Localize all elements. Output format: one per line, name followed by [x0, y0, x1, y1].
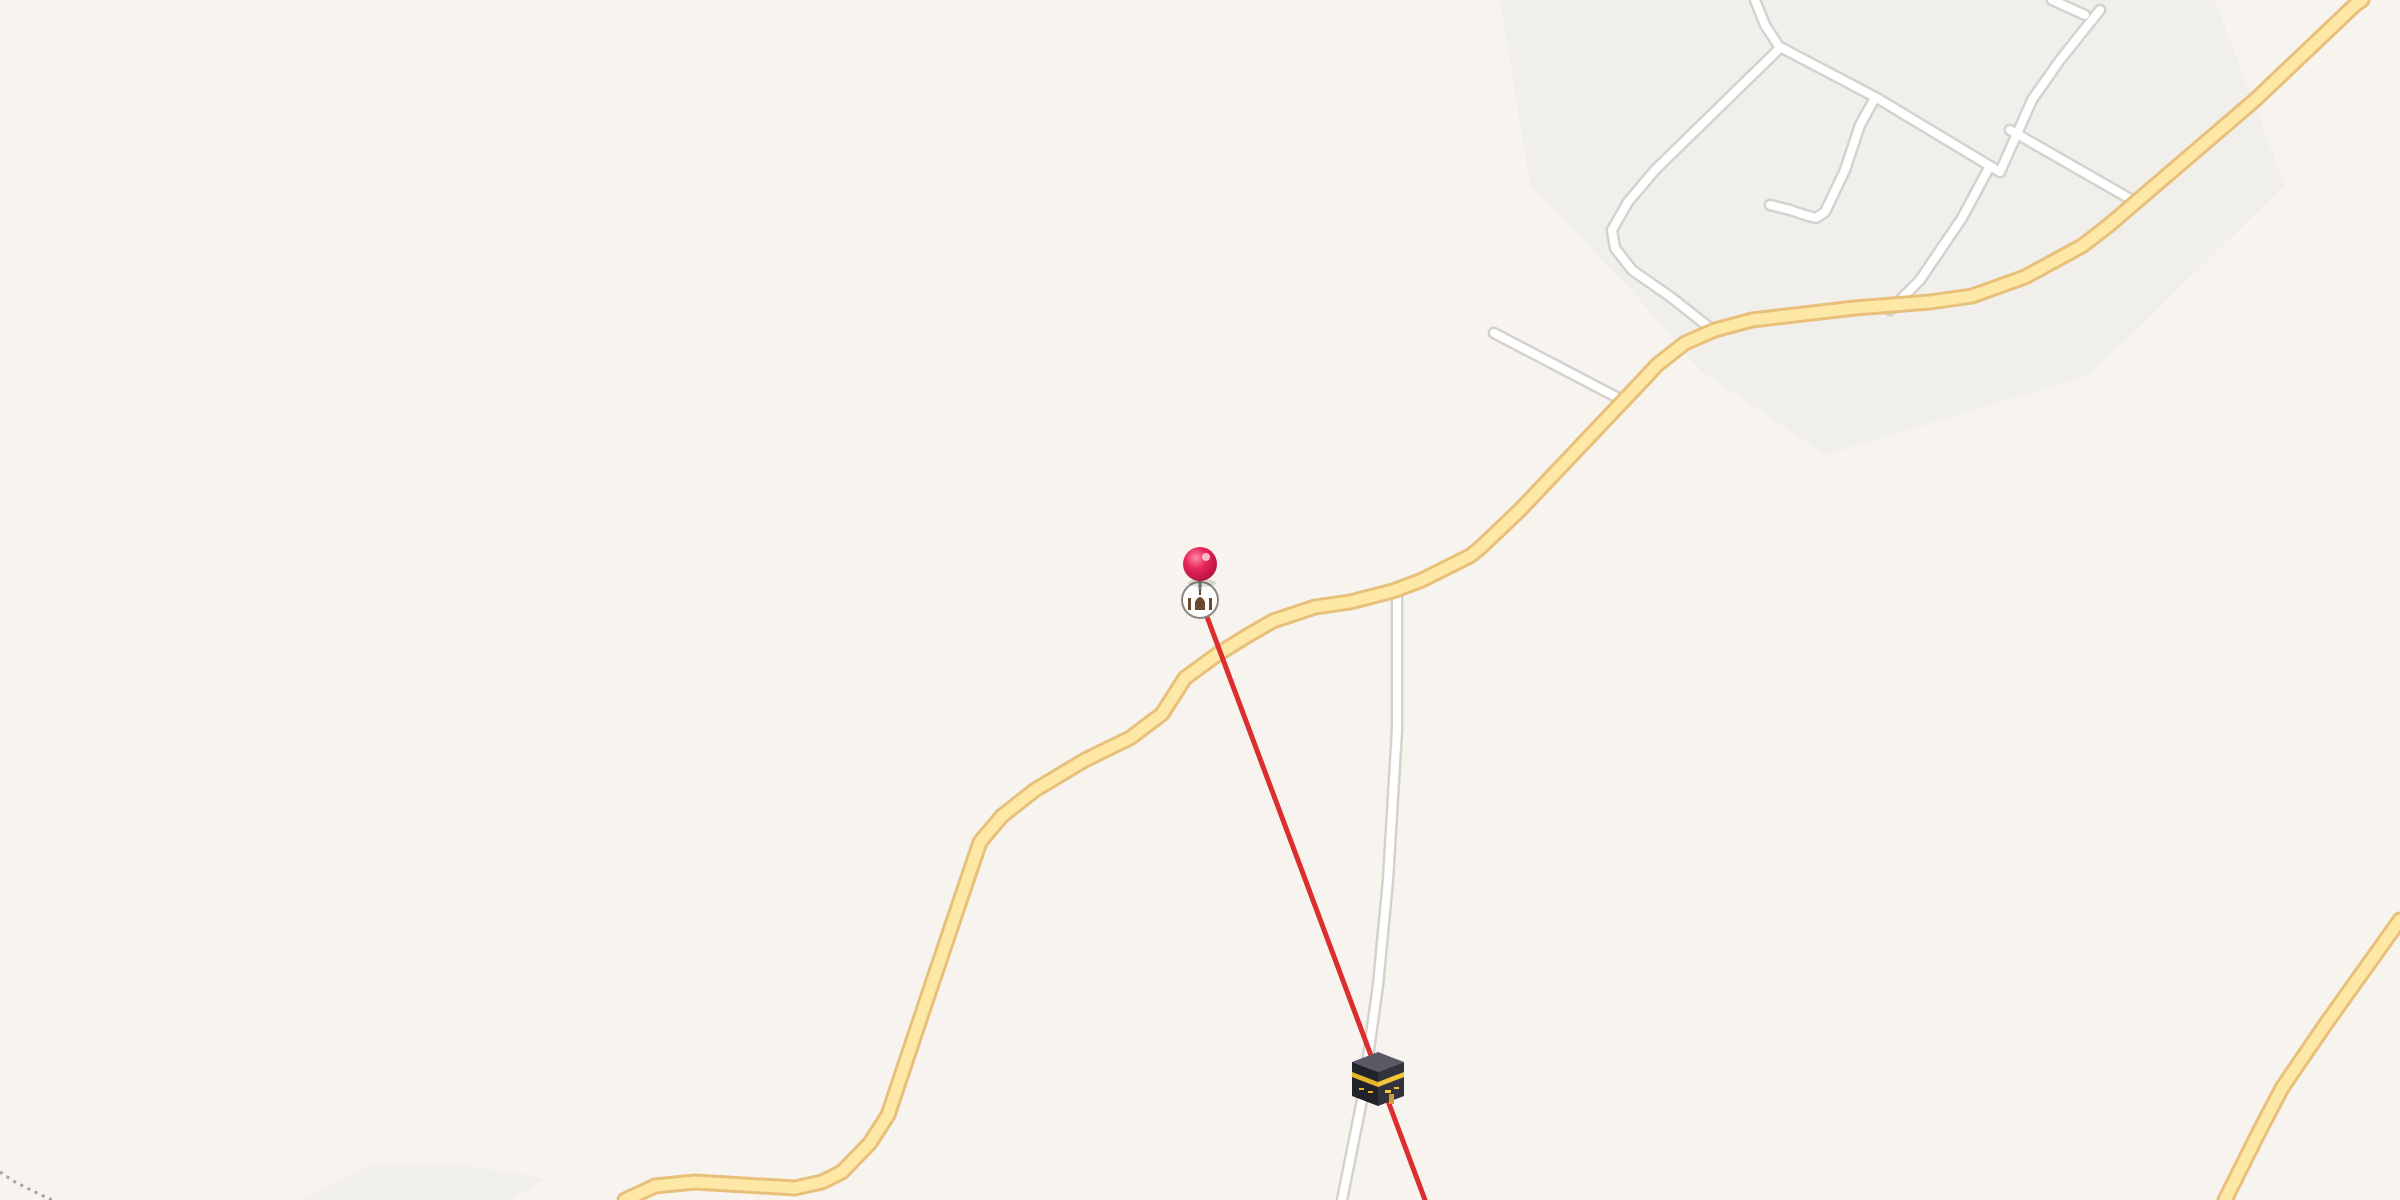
red-pushpin-icon — [1183, 547, 1217, 581]
kaaba-icon — [1352, 1052, 1404, 1106]
pin-highlight — [1202, 553, 1210, 561]
kaaba-marker[interactable] — [1352, 1052, 1404, 1106]
map-canvas[interactable] — [0, 0, 2400, 1200]
